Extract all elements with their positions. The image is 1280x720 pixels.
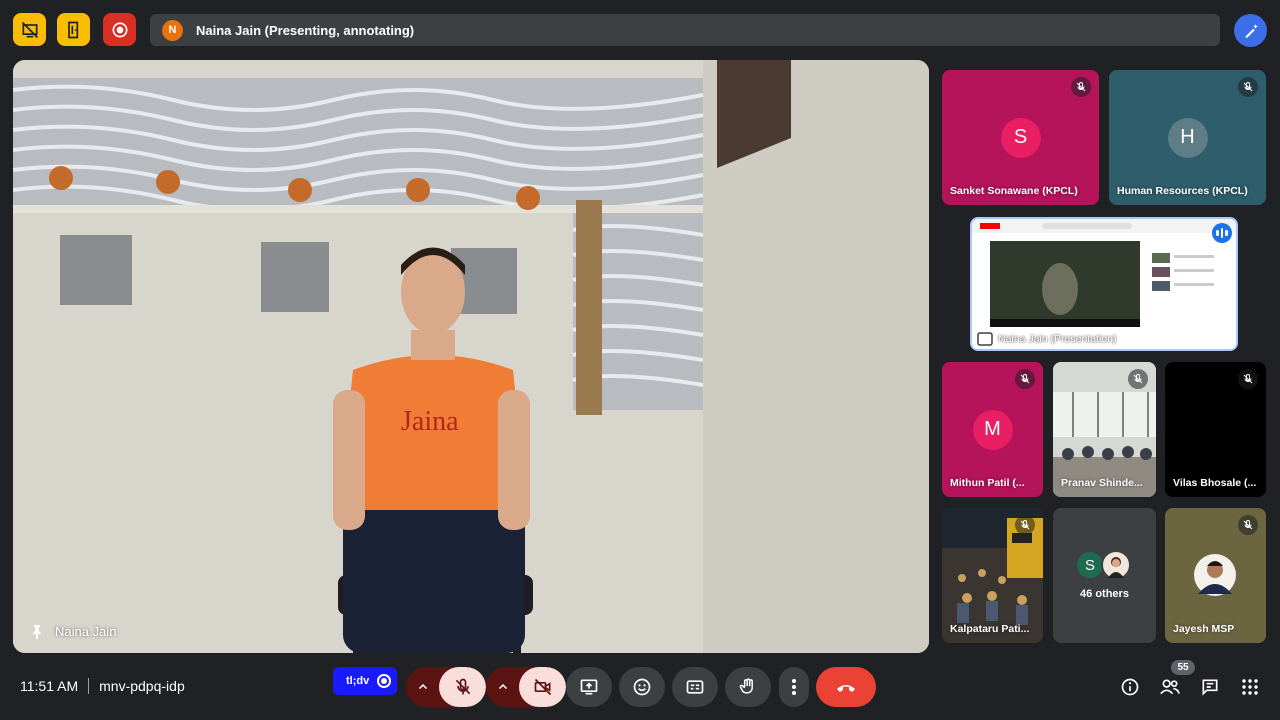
mic-off-icon (455, 678, 470, 695)
mic-muted-indicator (1238, 369, 1258, 389)
participant-name: Sanket Sonawane (KPCL) (950, 185, 1078, 197)
mic-muted-indicator (1238, 77, 1258, 97)
mic-off-icon (1243, 81, 1253, 92)
video-feed: Jaina (13, 60, 929, 653)
mic-off-icon (1020, 373, 1030, 384)
chat-icon (1202, 679, 1218, 696)
camera-off-icon (534, 678, 551, 696)
current-time: 11:51 AM (20, 678, 79, 694)
pen-sparkle-icon (1245, 23, 1258, 38)
mic-muted-indicator (1015, 515, 1035, 535)
participant-tile[interactable]: Kalpataru Pati... (942, 508, 1043, 643)
captions-button[interactable] (672, 667, 718, 707)
hide-self-view-icon (21, 21, 38, 38)
present-screen-icon (580, 679, 598, 695)
participant-tile[interactable]: S Sanket Sonawane (KPCL) (942, 70, 1099, 205)
participant-name: Kalpataru Pati... (950, 623, 1030, 635)
participant-name: Vilas Bhosale (... (1173, 477, 1257, 489)
participant-name: Human Resources (KPCL) (1117, 185, 1248, 197)
raise-hand-icon (739, 678, 753, 694)
captions-icon (686, 680, 704, 694)
tldv-label: tl;dv (346, 675, 370, 687)
mic-off-icon (1076, 81, 1086, 92)
meeting-details-button[interactable] (1119, 676, 1141, 698)
participant-avatar: S (1000, 117, 1041, 158)
participant-name: Jayesh MSP (1173, 623, 1235, 635)
end-call-icon (837, 685, 855, 692)
presentation-label: Naina Jain (Presentation) (998, 333, 1117, 345)
profile-photo (1108, 557, 1124, 578)
others-avatars: S (1075, 550, 1131, 580)
apps-grid-icon (1242, 679, 1258, 695)
participant-name: Pranav Shinde... (1061, 477, 1143, 489)
reactions-button[interactable] (619, 667, 665, 707)
pin-icon (33, 624, 41, 639)
participant-tile[interactable]: Vilas Bhosale (... (1165, 362, 1266, 497)
mic-control (406, 667, 486, 707)
main-video[interactable]: Jaina Naina Jain (13, 60, 929, 653)
others-count-label: 46 others (1080, 588, 1129, 600)
recording-button[interactable] (103, 13, 136, 46)
chevron-up-icon (498, 683, 507, 690)
mic-off-icon (1243, 519, 1253, 530)
others-tile[interactable]: S 46 others (1053, 508, 1156, 643)
presentation-thumbnail (972, 219, 1236, 349)
mic-muted-indicator (1015, 369, 1035, 389)
more-options-button[interactable] (779, 667, 809, 707)
door-exit-icon (67, 21, 78, 38)
chat-button[interactable] (1199, 676, 1221, 698)
others-photo-avatar (1101, 550, 1131, 580)
chevron-up-icon (418, 683, 427, 690)
video-options-button[interactable] (486, 667, 519, 707)
tldv-recorder-badge[interactable]: tl;dv (333, 667, 397, 695)
main-participant-name: Naina Jain (55, 624, 117, 639)
participant-name: Mithun Patil (... (950, 477, 1025, 489)
annotate-button[interactable] (1234, 14, 1267, 47)
participant-count-badge: 55 (1171, 660, 1195, 675)
participant-tile[interactable]: H Human Resources (KPCL) (1109, 70, 1266, 205)
participant-tile[interactable]: Pranav Shinde... (1053, 362, 1156, 497)
mic-toggle-button[interactable] (439, 667, 486, 707)
presenter-avatar: N (162, 19, 183, 41)
audio-options-button[interactable] (406, 667, 439, 707)
meeting-info: 11:51 AM mnv-pdpq-idp (20, 678, 185, 694)
info-icon (1121, 678, 1139, 696)
record-dot-icon (377, 674, 392, 688)
present-button[interactable] (566, 667, 612, 707)
participant-avatar: H (1167, 117, 1208, 158)
divider (88, 678, 90, 694)
meeting-code: mnv-pdpq-idp (99, 678, 185, 694)
recording-icon (112, 22, 127, 37)
speaking-indicator (1212, 223, 1232, 243)
mic-muted-indicator (1071, 77, 1091, 97)
emoji-icon (633, 678, 651, 696)
presentation-tile[interactable]: Naina Jain (Presentation) (970, 217, 1238, 351)
hide-self-view-button[interactable] (13, 13, 46, 46)
camera-control (486, 667, 566, 707)
leave-call-button[interactable] (816, 667, 876, 707)
mic-muted-indicator (1238, 515, 1258, 535)
people-button[interactable] (1159, 676, 1181, 698)
camera-toggle-button[interactable] (519, 667, 566, 707)
people-icon (1160, 679, 1180, 695)
main-participant-label: Naina Jain (31, 624, 116, 639)
shirt-text: Jaina (401, 406, 459, 437)
breakout-button[interactable] (57, 13, 90, 46)
more-options-icon (792, 679, 796, 695)
participant-avatar: M (972, 409, 1013, 450)
participant-tile[interactable]: Jayesh MSP (1165, 508, 1266, 643)
mic-off-icon (1243, 373, 1253, 384)
activities-button[interactable] (1239, 676, 1261, 698)
presenter-status: Naina Jain (Presenting, annotating) (196, 22, 415, 38)
participant-tile[interactable]: M Mithun Patil (... (942, 362, 1043, 497)
mic-off-icon (1020, 519, 1030, 530)
mic-off-icon (1133, 373, 1143, 384)
mic-muted-indicator (1128, 369, 1148, 389)
presenter-banner: N Naina Jain (Presenting, annotating) (150, 14, 1220, 46)
raise-hand-button[interactable] (725, 667, 771, 707)
